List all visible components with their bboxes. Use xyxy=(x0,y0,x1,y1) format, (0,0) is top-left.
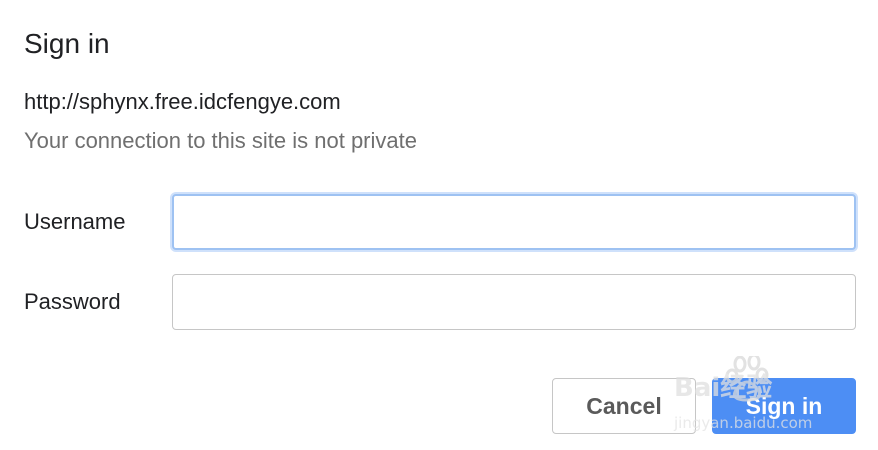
site-origin-text: http://sphynx.free.idcfengye.com xyxy=(24,89,341,114)
cancel-button[interactable]: Cancel xyxy=(552,378,696,434)
sign-in-button[interactable]: Sign in xyxy=(712,378,856,434)
password-input[interactable] xyxy=(172,274,856,330)
username-input[interactable] xyxy=(172,194,856,250)
connection-warning-text: Your connection to this site is not priv… xyxy=(24,128,417,153)
dialog-title: Sign in xyxy=(24,28,110,59)
sign-in-dialog: Sign in http://sphynx.free.idcfengye.com… xyxy=(0,0,878,450)
username-label: Username xyxy=(24,209,126,234)
password-label: Password xyxy=(24,289,121,314)
